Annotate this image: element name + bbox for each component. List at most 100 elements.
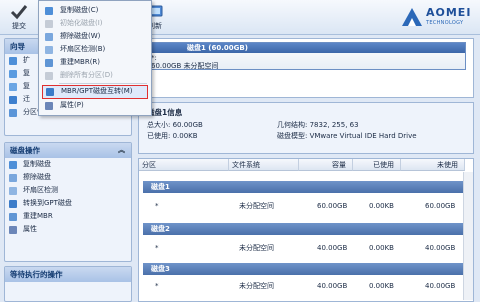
disk1-group-header[interactable]: 磁盘1: [143, 181, 469, 193]
op-label: 复制磁盘: [23, 160, 51, 168]
bad-sector-icon: [9, 187, 17, 195]
menu-item-label: 删除所有分区(D): [60, 71, 113, 79]
cell-unused: 60.00GB: [425, 202, 456, 210]
cell-filesystem: 未分配空间: [239, 244, 274, 252]
cell-partition: *: [155, 244, 159, 252]
copy-disk-icon: [9, 70, 17, 78]
convert-icon: [46, 88, 54, 96]
col-partition[interactable]: 分区: [139, 159, 229, 171]
menu-item-initialize-disk[interactable]: 初始化磁盘(I): [39, 17, 151, 30]
table-row[interactable]: * 未分配空间 60.00GB 0.00KB 60.00GB: [143, 199, 461, 213]
cell-filesystem: 未分配空间: [239, 202, 274, 210]
collapse-chevron-icon[interactable]: ︽: [118, 143, 125, 158]
disk1-bar[interactable]: 磁盘1 (60.00GB) *: 60.00GB 未分配空间: [146, 42, 466, 70]
op-label: 属性: [23, 225, 37, 233]
disk-context-menu: 复制磁盘(C) 初始化磁盘(I) 擦除磁盘(W) 坏扇区检测(B) 重建MBR(…: [38, 0, 152, 116]
disk-ops-title: 磁盘操作: [10, 146, 40, 155]
col-unused[interactable]: 未使用: [401, 159, 465, 171]
pending-panel-header[interactable]: 等待执行的操作: [5, 267, 131, 282]
rebuild-mbr-icon: [9, 213, 17, 221]
wizard-panel-title: 向导: [10, 42, 25, 51]
menu-item-label: 初始化磁盘(I): [60, 19, 103, 27]
cell-capacity: 60.00GB: [317, 202, 348, 210]
op-label: 擦除磁盘: [23, 173, 51, 181]
initialize-disk-icon: [45, 20, 53, 28]
menu-item-rebuild-mbr[interactable]: 重建MBR(R): [39, 56, 151, 69]
menu-item-properties[interactable]: 属性(P): [39, 99, 151, 112]
wipe-disk-icon: [9, 174, 17, 182]
migrate-icon: [9, 96, 17, 104]
menu-item-copy-disk[interactable]: 复制磁盘(C): [39, 4, 151, 17]
checkmark-icon: [10, 5, 28, 20]
cell-partition: *: [155, 202, 159, 210]
properties-icon: [9, 226, 17, 234]
op-wipe-disk[interactable]: 擦除磁盘: [5, 171, 131, 184]
col-filesystem[interactable]: 文件系统: [229, 159, 299, 171]
used-size: 已使用: 0.00KB: [147, 132, 198, 140]
cell-unused: 40.00GB: [425, 244, 456, 252]
cell-capacity: 40.00GB: [317, 282, 348, 290]
menu-item-label: 擦除磁盘(W): [60, 32, 101, 40]
pending-panel-title: 等待执行的操作: [10, 270, 63, 279]
copy-disk-icon: [9, 161, 17, 169]
menu-item-label: 属性(P): [60, 101, 84, 109]
op-convert-gpt[interactable]: 转换到GPT磁盘: [5, 197, 131, 210]
disk-ops-panel: 磁盘操作 ︽ 复制磁盘 擦除磁盘 坏扇区检测 转换到GPT磁盘 重建MBR 属性: [4, 142, 132, 262]
delete-partitions-icon: [45, 72, 53, 80]
disk1-line2: 60.00GB 未分配空间: [151, 62, 219, 70]
col-used[interactable]: 已使用: [353, 159, 401, 171]
logo-icon: [402, 8, 422, 26]
table-row[interactable]: * 未分配空间 40.00GB 0.00KB 40.00GB: [143, 241, 461, 255]
op-bad-sector-check[interactable]: 坏扇区检测: [5, 184, 131, 197]
cell-partition: *: [155, 282, 159, 290]
wipe-disk-icon: [45, 33, 53, 41]
menu-item-mbr-gpt-convert[interactable]: MBR/GPT磁盘互转(M): [42, 85, 148, 99]
cell-unused: 40.00GB: [425, 282, 456, 290]
menu-item-label: 坏扇区检测(B): [60, 45, 106, 53]
total-size: 总大小: 60.00GB: [147, 121, 203, 129]
wizard-item-label: 扩: [23, 56, 30, 64]
menu-separator: [59, 83, 147, 84]
cell-used: 0.00KB: [369, 282, 394, 290]
submit-button[interactable]: 提交: [4, 2, 34, 32]
op-label: 重建MBR: [23, 212, 53, 220]
recovery-icon: [9, 109, 17, 117]
menu-item-delete-all-partitions[interactable]: 删除所有分区(D): [39, 69, 151, 82]
disk3-group-header[interactable]: 磁盘3: [143, 263, 469, 275]
menu-item-label: 复制磁盘(C): [60, 6, 99, 14]
op-label: 坏扇区检测: [23, 186, 58, 194]
col-capacity[interactable]: 容量: [299, 159, 353, 171]
disk-info-panel: 磁盘1信息 总大小: 60.00GB 已使用: 0.00KB 几何结构: 783…: [138, 102, 474, 154]
op-properties[interactable]: 属性: [5, 223, 131, 236]
cell-filesystem: 未分配空间: [239, 282, 274, 290]
wizard-item-label: 复: [23, 82, 30, 90]
copy-partition-icon: [9, 83, 17, 91]
table-row[interactable]: * 未分配空间 40.00GB 0.00KB 40.00GB: [143, 279, 461, 293]
cell-capacity: 40.00GB: [317, 244, 348, 252]
menu-item-bad-sector[interactable]: 坏扇区检测(B): [39, 43, 151, 56]
op-rebuild-mbr[interactable]: 重建MBR: [5, 210, 131, 223]
disk-ops-header[interactable]: 磁盘操作 ︽: [5, 143, 131, 158]
disk-info-title: 磁盘1信息: [147, 108, 183, 117]
geometry: 几何结构: 7832, 255, 63: [277, 121, 359, 129]
copy-disk-icon: [45, 7, 53, 15]
disk2-group-header[interactable]: 磁盘2: [143, 223, 469, 235]
cell-used: 0.00KB: [369, 244, 394, 252]
wizard-item-label: 迁: [23, 95, 30, 103]
menu-item-wipe-disk[interactable]: 擦除磁盘(W): [39, 30, 151, 43]
op-copy-disk[interactable]: 复制磁盘: [5, 158, 131, 171]
table-scrollbar[interactable]: [463, 172, 473, 300]
disk1-title: 磁盘1 (60.00GB): [147, 43, 465, 53]
extend-icon: [9, 57, 17, 65]
bad-sector-icon: [45, 46, 53, 54]
properties-icon: [45, 102, 53, 110]
menu-item-label: 重建MBR(R): [60, 58, 101, 66]
aomei-logo: AOMEI TECHNOLOGY: [400, 4, 474, 30]
rebuild-mbr-icon: [45, 59, 53, 67]
op-label: 转换到GPT磁盘: [23, 199, 72, 207]
pending-panel: 等待执行的操作: [4, 266, 132, 302]
partition-table: 分区 文件系统 容量 已使用 未使用 磁盘1 * 未分配空间 60.00GB 0…: [138, 158, 474, 302]
convert-gpt-icon: [9, 200, 17, 208]
logo-word: AOMEI: [426, 6, 472, 19]
cell-used: 0.00KB: [369, 202, 394, 210]
